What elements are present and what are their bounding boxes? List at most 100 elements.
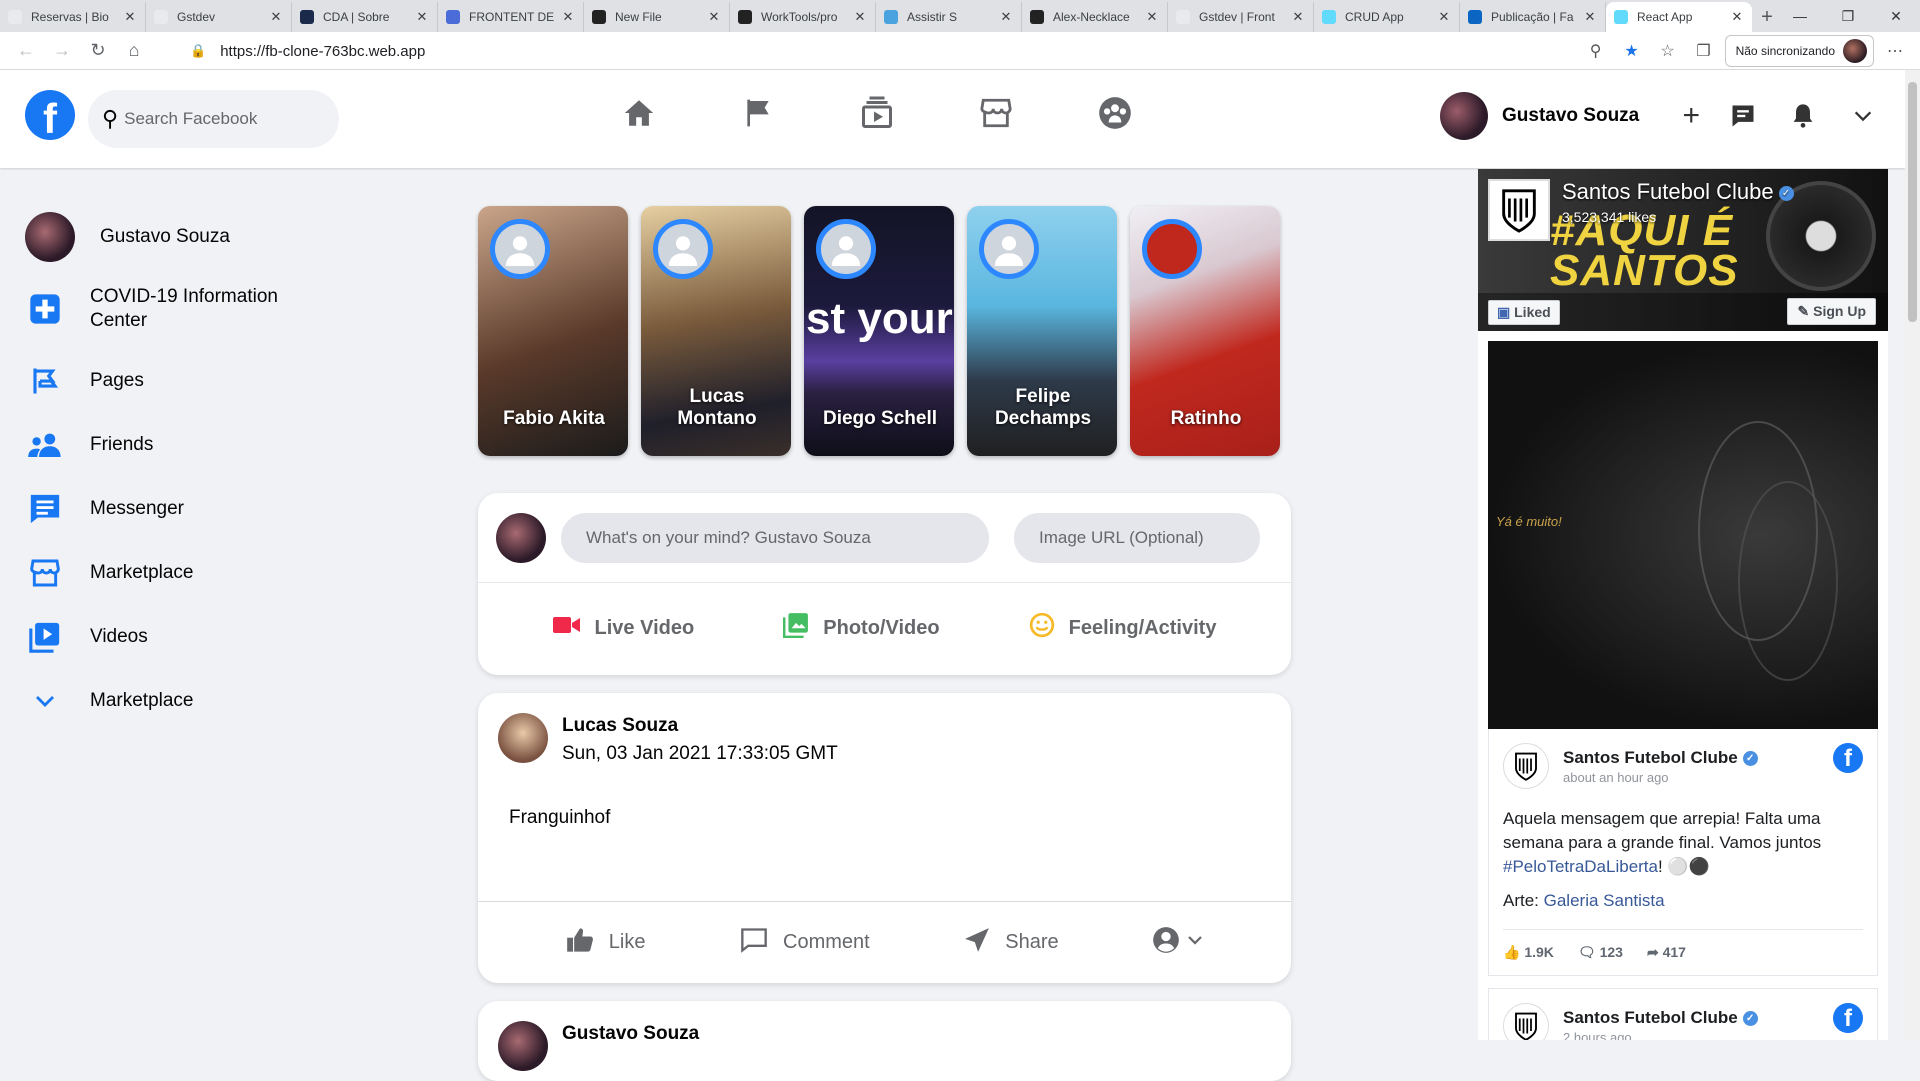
marketplace-nav-icon[interactable]	[977, 92, 1015, 134]
profile-sync-button[interactable]: Não sincronizando	[1724, 35, 1874, 67]
shares-count[interactable]: ➦ 417	[1647, 944, 1686, 961]
liked-button[interactable]: ▣ Liked	[1488, 299, 1560, 325]
close-tab-icon[interactable]: ✕	[1583, 9, 1597, 25]
story-card[interactable]: Lucas Montano	[641, 206, 791, 456]
browser-tab[interactable]: CRUD App ✕	[1314, 2, 1460, 32]
messenger-icon[interactable]	[1719, 92, 1767, 140]
favorites-icon[interactable]: ☆	[1653, 36, 1683, 66]
watch-nav-icon[interactable]	[858, 92, 896, 134]
sidebar-item-more[interactable]: Marketplace	[25, 669, 325, 733]
story-card[interactable]: Ratinho	[1130, 206, 1280, 456]
browser-tab[interactable]: WorkTools/pro ✕	[730, 2, 876, 32]
browser-tab[interactable]: FRONTENT DE ✕	[438, 2, 584, 32]
close-window-button[interactable]: ✕	[1872, 0, 1920, 32]
sidebar-item-videos[interactable]: Videos	[25, 605, 325, 669]
back-icon[interactable]: ←	[8, 33, 44, 69]
club-logo-icon[interactable]	[1488, 179, 1550, 241]
live-video-button[interactable]: Live Video	[552, 614, 694, 642]
url-text: https://fb-clone-763bc.web.app	[220, 42, 426, 60]
facebook-logo-icon[interactable]: f	[1833, 743, 1863, 773]
browser-tab[interactable]: Gstdev | Front ✕	[1168, 2, 1314, 32]
credit-link[interactable]: Galeria Santista	[1544, 891, 1665, 910]
close-tab-icon[interactable]: ✕	[123, 9, 137, 25]
close-tab-icon[interactable]: ✕	[415, 9, 429, 25]
share-button[interactable]: Share	[963, 927, 1059, 959]
browser-tab[interactable]: React App ✕	[1606, 2, 1752, 32]
url-field[interactable]: 🔒 https://fb-clone-763bc.web.app	[190, 36, 1590, 66]
close-tab-icon[interactable]: ✕	[561, 9, 575, 25]
post-image[interactable]: Yá é muito!	[1488, 341, 1878, 729]
header-user-name[interactable]: Gustavo Souza	[1502, 105, 1639, 127]
close-tab-icon[interactable]: ✕	[1291, 9, 1305, 25]
image-url-input[interactable]: Image URL (Optional)	[1014, 512, 1260, 563]
close-tab-icon[interactable]: ✕	[707, 9, 721, 25]
close-tab-icon[interactable]: ✕	[1730, 9, 1744, 25]
browser-tab[interactable]: CDA | Sobre ✕	[292, 2, 438, 32]
post-actions: Like Comment Share	[478, 901, 1291, 983]
home-icon[interactable]: ⌂	[116, 33, 152, 69]
lock-icon[interactable]: 🔒	[190, 43, 206, 59]
home-nav-icon[interactable]	[620, 92, 658, 134]
sidebar-item-profile[interactable]: Gustavo Souza	[25, 205, 325, 269]
story-card[interactable]: Fabio Akita	[478, 206, 628, 456]
sidebar-item-pages[interactable]: Pages	[25, 349, 325, 413]
zoom-icon[interactable]: ⚲	[1581, 36, 1611, 66]
post-audience-button[interactable]	[1152, 926, 1204, 960]
browser-tab[interactable]: Assistir S ✕	[876, 2, 1022, 32]
more-menu-icon[interactable]: ⋯	[1880, 36, 1910, 66]
create-plus-icon[interactable]: +	[1667, 92, 1715, 140]
sidebar-item-messenger[interactable]: Messenger	[25, 477, 325, 541]
club-logo-icon[interactable]	[1503, 743, 1549, 789]
message-input[interactable]: What's on your mind? Gustavo Souza	[561, 512, 989, 563]
page-post-author[interactable]: Santos Futebol Clube ✓	[1563, 748, 1758, 768]
forward-icon[interactable]: →	[44, 33, 80, 69]
story-card[interactable]: st yours Diego Schell	[804, 206, 954, 456]
feeling-activity-button[interactable]: Feeling/Activity	[1029, 612, 1216, 644]
post-author-name[interactable]: Lucas Souza	[562, 715, 838, 737]
sidebar-item-label: COVID-19 Information Center	[90, 286, 278, 331]
browser-tab[interactable]: New File ✕	[584, 2, 730, 32]
page-cover: #AQUI É SANTOS Santos Futebol Clube ✓ 3,5…	[1478, 169, 1888, 331]
sidebar-item-marketplace[interactable]: Marketplace	[25, 541, 325, 605]
reload-icon[interactable]: ↻	[80, 33, 116, 69]
account-chevron-down-icon[interactable]	[1839, 92, 1887, 140]
browser-tab[interactable]: Publicação | Fa ✕	[1460, 2, 1606, 32]
hashtag-link[interactable]: #PeloTetraDaLiberta	[1503, 857, 1658, 876]
close-tab-icon[interactable]: ✕	[999, 9, 1013, 25]
photo-video-button[interactable]: Photo/Video	[782, 612, 940, 644]
story-card[interactable]: Felipe Dechamps	[967, 206, 1117, 456]
scrollbar-thumb[interactable]	[1908, 82, 1917, 322]
pages-nav-icon[interactable]	[739, 92, 777, 134]
close-tab-icon[interactable]: ✕	[853, 9, 867, 25]
close-tab-icon[interactable]: ✕	[269, 9, 283, 25]
groups-nav-icon[interactable]	[1096, 92, 1134, 134]
browser-tab[interactable]: Gstdev ✕	[146, 2, 292, 32]
sidebar-item-covid[interactable]: COVID-19 Information Center	[25, 269, 325, 349]
facebook-logo-icon[interactable]: f	[1833, 1003, 1863, 1033]
browser-tab[interactable]: Reservas | Bio ✕	[0, 2, 146, 32]
page-name[interactable]: Santos Futebol Clube ✓	[1562, 179, 1794, 205]
club-logo-icon[interactable]	[1503, 1003, 1549, 1040]
signup-button[interactable]: ✎ Sign Up	[1787, 298, 1876, 325]
facebook-logo-icon[interactable]: f	[25, 90, 75, 140]
browser-tab[interactable]: Alex-Necklace ✕	[1022, 2, 1168, 32]
like-button[interactable]: Like	[565, 926, 645, 960]
reactions-count[interactable]: 👍 1.9K	[1503, 944, 1554, 961]
post-author-name[interactable]: Gustavo Souza	[562, 1023, 699, 1045]
sidebar-item-friends[interactable]: Friends	[25, 413, 325, 477]
close-tab-icon[interactable]: ✕	[1437, 9, 1451, 25]
comments-count[interactable]: 🗨 123	[1578, 944, 1623, 961]
comment-button[interactable]: Comment	[739, 926, 870, 960]
header-avatar[interactable]	[1440, 92, 1488, 140]
notifications-bell-icon[interactable]	[1779, 92, 1827, 140]
restore-button[interactable]: ❐	[1824, 0, 1872, 32]
favorite-star-icon[interactable]: ★	[1617, 36, 1647, 66]
close-tab-icon[interactable]: ✕	[1145, 9, 1159, 25]
minimize-button[interactable]: —	[1776, 0, 1824, 32]
search-input[interactable]: ⚲ Search Facebook	[88, 90, 339, 148]
page-post-author[interactable]: Santos Futebol Clube ✓	[1563, 1008, 1758, 1028]
post-author-avatar[interactable]	[498, 1021, 548, 1071]
page-scrollbar[interactable]	[1905, 70, 1920, 1040]
collections-icon[interactable]: ❐	[1689, 36, 1719, 66]
post-author-avatar[interactable]	[498, 713, 548, 763]
